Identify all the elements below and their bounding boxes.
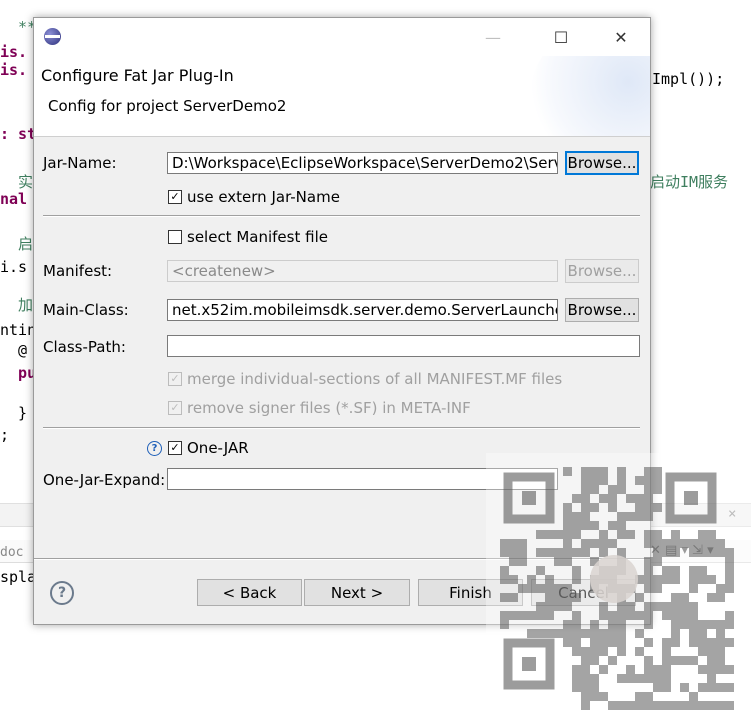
next-button[interactable]: Next >	[304, 579, 410, 606]
remove-signer-label: remove signer files (*.SF) in META-INF	[187, 399, 471, 417]
use-extern-label: use extern Jar-Name	[187, 188, 340, 206]
header-subtitle: Config for project ServerDemo2	[48, 97, 287, 115]
select-manifest-checkbox[interactable]	[168, 230, 182, 244]
one-jar-checkbox[interactable]: ✓	[168, 441, 182, 455]
remove-signer-checkbox[interactable]: ✓	[168, 401, 182, 415]
one-jar-expand-label: One-Jar-Expand:	[43, 471, 166, 489]
manifest-browse-button[interactable]: Browse...	[565, 259, 639, 283]
code-comment-fragment: 启动IM服务	[650, 173, 729, 191]
minimize-button[interactable]: —	[470, 18, 516, 56]
manifest-label: Manifest:	[43, 262, 113, 280]
doc-tab[interactable]: doc	[0, 544, 23, 562]
code-line: pu	[0, 364, 37, 382]
merge-sections-checkbox[interactable]: ✓	[168, 372, 182, 386]
use-extern-checkbox[interactable]: ✓	[168, 190, 182, 204]
jar-name-field[interactable]: D:\Workspace\EclipseWorkspace\ServerDemo…	[167, 152, 558, 174]
qr-code-watermark	[486, 453, 751, 719]
main-class-field[interactable]: net.x52im.mobileimsdk.server.demo.Server…	[167, 299, 558, 321]
code-line: is.	[0, 43, 28, 61]
main-class-browse-button[interactable]: Browse...	[565, 298, 639, 322]
eclipse-icon	[44, 28, 61, 45]
code-line: }	[0, 404, 28, 422]
class-path-label: Class-Path:	[43, 338, 126, 356]
code-line: ntin	[0, 321, 37, 339]
manifest-field[interactable]: <createnew>	[167, 260, 558, 282]
code-line: @	[0, 341, 28, 359]
help-icon[interactable]: ?	[50, 581, 74, 605]
select-manifest-label: select Manifest file	[187, 228, 328, 246]
code-line: nal	[0, 190, 28, 208]
merge-sections-label: merge individual-sections of all MANIFES…	[187, 370, 563, 388]
code-line: i.s	[0, 258, 28, 276]
separator	[43, 427, 640, 429]
class-path-field[interactable]	[167, 335, 640, 357]
dialog-header: Configure Fat Jar Plug-In Config for pro…	[34, 56, 650, 137]
back-button[interactable]: < Back	[197, 579, 302, 606]
jar-name-browse-button[interactable]: Browse...	[565, 151, 639, 175]
qr-logo	[590, 555, 638, 603]
maximize-button[interactable]: ☐	[538, 18, 584, 56]
close-button[interactable]: ✕	[598, 18, 644, 56]
code-right-fragment: Impl());	[652, 70, 725, 88]
code-line: ;	[0, 426, 10, 444]
code-line: is.	[0, 61, 28, 79]
jar-name-label: Jar-Name:	[43, 154, 117, 172]
one-jar-label: One-JAR	[187, 439, 249, 457]
dialog-titlebar: — ☐ ✕	[34, 18, 650, 56]
header-banner-graphic	[530, 56, 650, 136]
main-class-label: Main-Class:	[43, 301, 129, 319]
header-title: Configure Fat Jar Plug-In	[41, 66, 234, 85]
separator	[43, 215, 640, 217]
one-jar-help-icon[interactable]: ?	[147, 441, 162, 456]
code-line: **	[0, 18, 37, 36]
